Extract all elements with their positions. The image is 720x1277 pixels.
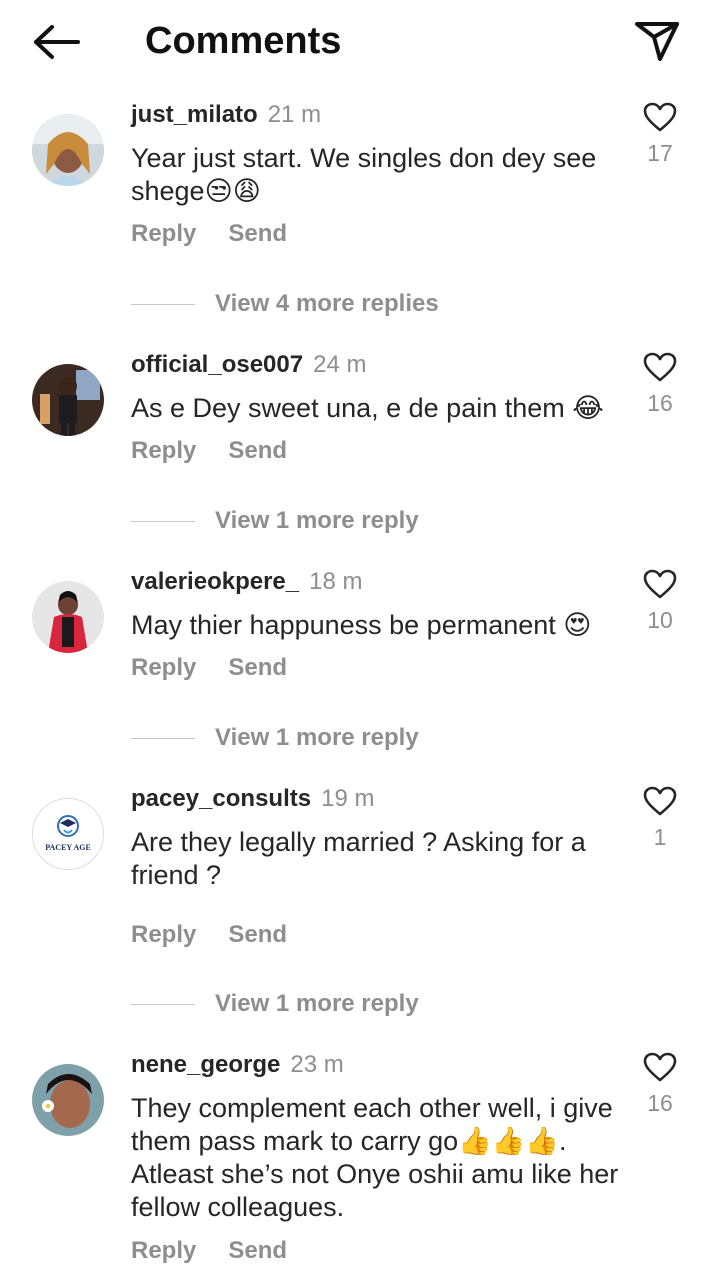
arrow-left-icon [34,25,80,59]
send-button[interactable]: Send [228,1237,287,1264]
comment-time: 18 m [309,568,363,595]
comment-time: 21 m [267,101,322,128]
divider-line [131,737,195,739]
username[interactable]: pacey_consults [131,785,311,812]
send-button[interactable]: Send [228,921,287,948]
share-button[interactable] [630,16,684,66]
heart-icon[interactable] [643,1052,677,1082]
like-area: 16 [636,352,684,417]
view-more-replies[interactable]: View 1 more reply [131,506,419,536]
username[interactable]: nene_george [131,1051,280,1078]
reply-button[interactable]: Reply [131,437,196,464]
like-count: 16 [647,390,673,416]
view-more-replies-label: View 1 more reply [215,507,419,534]
comment-time: 19 m [321,785,375,812]
comment-actions: Reply Send [131,1237,287,1265]
send-button[interactable]: Send [228,654,287,681]
divider-line [131,520,195,522]
comment-actions: Reply Send [131,654,287,682]
view-more-replies-label: View 1 more reply [215,990,419,1017]
heart-icon[interactable] [643,102,677,132]
heart-icon[interactable] [643,352,677,382]
avatar[interactable] [32,1064,104,1136]
comment-text: They complement each other well, i give … [131,1093,619,1222]
comment-meta: pacey_consults 19 m [131,784,374,814]
comment-actions: Reply Send [131,437,287,465]
view-more-replies-label: View 1 more reply [215,724,419,751]
comment-meta: valerieokpere_ 18 m [131,567,362,597]
username[interactable]: valerieokpere_ [131,568,299,595]
comment-time: 24 m [313,351,367,378]
comment-actions: Reply Send [131,220,287,248]
avatar[interactable] [32,364,104,436]
avatar[interactable]: PACEY AGE [32,798,104,870]
avatar[interactable] [32,114,104,186]
reply-button[interactable]: Reply [131,220,196,247]
comment-meta: official_ose007 24 m [131,350,366,380]
comment-text: Are they legally married ? Asking for a … [131,827,586,890]
avatar-logo-text: PACEY AGE [45,843,91,852]
like-area: 10 [636,569,684,634]
like-area: 1 [636,786,684,851]
comment-time: 23 m [290,1051,344,1078]
view-more-replies-label: View 4 more replies [215,290,439,317]
comment-text: May thier happuness be permanent 😍 [131,610,592,640]
like-area: 16 [636,1052,684,1117]
comment-meta: nene_george 23 m [131,1050,344,1080]
reply-button[interactable]: Reply [131,654,196,681]
view-more-replies[interactable]: View 1 more reply [131,989,419,1019]
comment-actions: Reply Send [131,921,287,949]
back-button[interactable] [28,18,84,66]
heart-icon[interactable] [643,569,677,599]
username[interactable]: official_ose007 [131,351,303,378]
comment-text: As e Dey sweet una, e de pain them 😂 [131,393,604,423]
paper-plane-icon [635,22,679,61]
reply-button[interactable]: Reply [131,921,196,948]
username[interactable]: just_milato [131,101,258,128]
divider-line [131,303,195,305]
send-button[interactable]: Send [228,220,287,247]
like-count: 16 [647,1090,673,1116]
view-more-replies[interactable]: View 4 more replies [131,289,439,319]
comment-meta: just_milato 21 m [131,100,321,130]
reply-button[interactable]: Reply [131,1237,196,1264]
like-count: 1 [653,824,667,850]
like-count: 10 [647,607,673,633]
heart-icon[interactable] [643,786,677,816]
send-button[interactable]: Send [228,437,287,464]
page-title: Comments [145,20,342,62]
like-area: 17 [636,102,684,167]
divider-line [131,1003,195,1005]
comment-text: Year just start. We singles don dey see … [131,143,597,206]
view-more-replies[interactable]: View 1 more reply [131,723,419,753]
avatar[interactable] [32,581,104,653]
top-bar: Comments [0,0,720,84]
like-count: 17 [647,140,673,166]
